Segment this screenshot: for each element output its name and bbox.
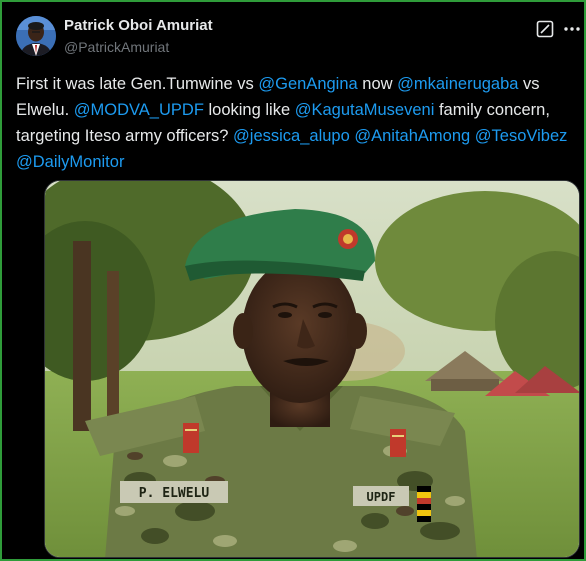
soldier-photo: P. ELWELU UPDF xyxy=(45,181,579,557)
author-handle[interactable]: @PatrickAmuriat xyxy=(64,39,169,55)
tweet-text-segment: now xyxy=(357,75,398,93)
mention-link[interactable]: @AnitahAmong xyxy=(354,127,470,145)
avatar-image xyxy=(16,16,56,56)
tweet-text-segment: First it was late Gen.Tumwine vs xyxy=(16,75,259,93)
mention-link[interactable]: @KagutaMuseveni xyxy=(295,101,435,119)
tweet-text: First it was late Gen.Tumwine vs @GenAng… xyxy=(16,71,574,175)
mention-link[interactable]: @MODVA_UPDF xyxy=(74,101,204,119)
mention-link[interactable]: @GenAngina xyxy=(258,75,357,93)
mention-link[interactable]: @TesoVibez xyxy=(475,127,568,145)
branch-tape: UPDF xyxy=(367,490,396,504)
mention-link[interactable]: @DailyMonitor xyxy=(16,153,124,171)
author-avatar[interactable] xyxy=(16,16,56,56)
grok-icon[interactable] xyxy=(536,20,554,38)
name-tape: P. ELWELU xyxy=(139,486,210,501)
tweet-photo[interactable]: P. ELWELU UPDF xyxy=(44,180,580,558)
tweet-text-segment: looking like xyxy=(203,101,295,119)
mention-link[interactable]: @mkainerugaba xyxy=(397,75,518,93)
mention-link[interactable]: @jessica_alupo xyxy=(233,127,350,145)
author-display-name[interactable]: Patrick Oboi Amuriat xyxy=(64,17,213,34)
more-options-icon[interactable] xyxy=(563,20,581,38)
